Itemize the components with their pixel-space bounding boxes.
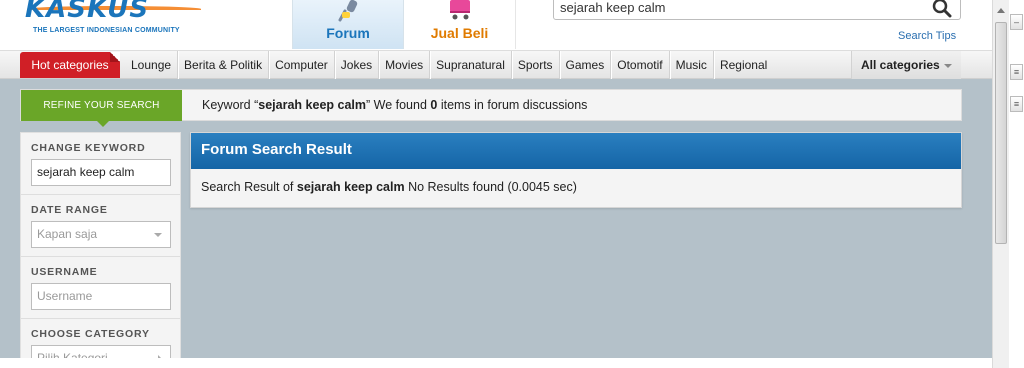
category-sports[interactable]: Sports — [512, 51, 560, 79]
category-supranatural[interactable]: Supranatural — [430, 51, 512, 79]
result-panel-title: Forum Search Result — [191, 133, 961, 169]
category-list: Lounge Berita & Politik Computer Jokes M… — [125, 51, 773, 79]
site-header: KASKUS THE LARGEST INDONESIAN COMMUNITY … — [0, 0, 992, 50]
refine-arrow-icon — [97, 121, 109, 127]
chevron-down-icon — [943, 63, 952, 68]
summary-suffix: items in forum discussions — [437, 98, 588, 112]
tab-forum-label: Forum — [326, 25, 370, 41]
category-music[interactable]: Music — [670, 51, 714, 79]
logo-tagline: THE LARGEST INDONESIAN COMMUNITY — [33, 27, 180, 34]
search-summary: Keyword “sejarah keep calm” We found 0 i… — [202, 98, 587, 112]
date-range-value: Kapan saja — [37, 227, 98, 241]
scrollbar-thumb[interactable] — [995, 22, 1007, 244]
vertical-scrollbar[interactable] — [992, 0, 1009, 368]
tab-jual-beli-label: Jual Beli — [430, 25, 489, 41]
side-menu-icon[interactable]: ≡ — [1010, 64, 1023, 80]
result-prefix: Search Result of — [201, 180, 297, 194]
summary-mid: ” We found — [366, 98, 431, 112]
category-otomotif[interactable]: Otomotif — [611, 51, 670, 79]
username-label: USERNAME — [31, 266, 98, 278]
hot-categories-button[interactable]: Hot categories — [20, 52, 120, 78]
all-categories-dropdown[interactable]: All categories — [851, 51, 961, 79]
change-keyword-label: CHANGE KEYWORD — [31, 142, 146, 154]
date-range-section: DATE RANGE Kapan saja — [21, 195, 180, 257]
category-berita-politik[interactable]: Berita & Politik — [178, 51, 270, 79]
side-toggle-icon[interactable]: – — [1010, 14, 1023, 30]
shopping-cart-icon — [449, 0, 470, 20]
right-gutter — [1009, 0, 1024, 368]
category-bar: Hot categories Lounge Berita & Politik C… — [0, 50, 992, 79]
tab-forum[interactable]: Forum — [292, 0, 404, 49]
result-message: Search Result of sejarah keep calm No Re… — [201, 180, 577, 194]
page-bottom-strip — [0, 358, 992, 368]
search-icon[interactable] — [932, 0, 952, 18]
result-suffix: No Results found (0.0045 sec) — [404, 180, 577, 194]
summary-keyword: sejarah keep calm — [258, 98, 366, 112]
refine-bar: REFINE YOUR SEARCH Keyword “sejarah keep… — [20, 89, 962, 127]
refine-sidebar: CHANGE KEYWORD sejarah keep calm DATE RA… — [20, 132, 181, 368]
change-keyword-section: CHANGE KEYWORD sejarah keep calm — [21, 133, 180, 195]
date-range-label: DATE RANGE — [31, 204, 108, 216]
microphone-icon — [338, 0, 358, 22]
search-input[interactable] — [560, 0, 920, 15]
summary-prefix: Keyword “ — [202, 98, 259, 112]
tab-jual-beli[interactable]: Jual Beli — [404, 0, 516, 49]
chevron-down-icon — [154, 233, 162, 237]
category-regional[interactable]: Regional — [714, 51, 773, 79]
category-computer[interactable]: Computer — [269, 51, 335, 79]
side-list-icon[interactable]: ≡ — [1010, 96, 1023, 112]
all-categories-label: All categories — [861, 58, 940, 72]
scroll-up-arrow-icon[interactable] — [997, 8, 1005, 13]
forum-search-result-panel: Forum Search Result Search Result of sej… — [190, 132, 962, 208]
username-field[interactable]: Username — [31, 283, 171, 310]
site-search — [553, 0, 961, 20]
refine-search-button[interactable]: REFINE YOUR SEARCH — [21, 90, 182, 121]
date-range-select[interactable]: Kapan saja — [31, 221, 171, 248]
choose-category-label: CHOOSE CATEGORY — [31, 328, 150, 340]
category-jokes[interactable]: Jokes — [335, 51, 380, 79]
category-lounge[interactable]: Lounge — [125, 51, 179, 79]
search-tips-link[interactable]: Search Tips — [898, 30, 956, 42]
result-keyword: sejarah keep calm — [296, 180, 405, 194]
logo-wordmark: KASKUS — [25, 0, 150, 24]
category-games[interactable]: Games — [560, 51, 612, 79]
category-movies[interactable]: Movies — [379, 51, 431, 79]
kaskus-logo[interactable]: KASKUS THE LARGEST INDONESIAN COMMUNITY — [25, 0, 205, 40]
username-section: USERNAME Username — [21, 257, 180, 319]
keyword-field[interactable]: sejarah keep calm — [31, 159, 171, 186]
hot-categories-corner — [110, 52, 120, 62]
